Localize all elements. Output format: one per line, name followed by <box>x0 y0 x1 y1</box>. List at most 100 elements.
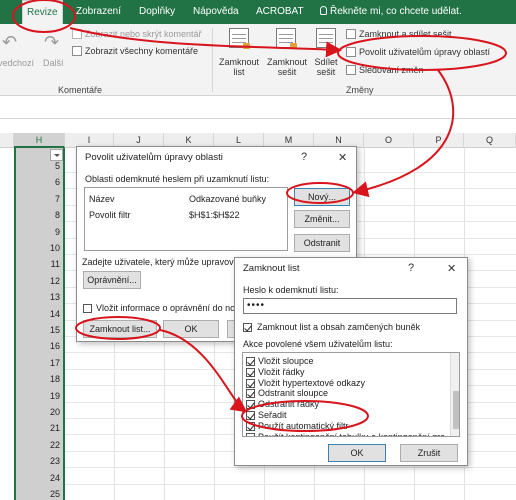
allow-actions-label: Akce povolené všem uživatelům listu: <box>243 339 393 349</box>
column-name-header: Název <box>89 194 115 204</box>
range-cells-cell[interactable]: $H$1:$H$22 <box>189 210 240 220</box>
row-number[interactable]: 16 <box>14 341 63 351</box>
option-label: Seřadit <box>258 410 287 420</box>
row-number[interactable]: 25 <box>14 489 63 499</box>
list-scrollbar[interactable] <box>450 353 459 436</box>
tab-revize[interactable]: Revize <box>22 0 63 24</box>
row-number[interactable]: 14 <box>14 309 63 319</box>
users-label: Zadejte uživatele, který může upravova <box>82 257 239 267</box>
cancel-button[interactable]: Zrušit <box>400 444 458 462</box>
option-label: Odstranit sloupce <box>258 388 329 399</box>
option-checkbox[interactable] <box>246 411 255 420</box>
option-checkbox[interactable] <box>246 389 255 399</box>
row-number[interactable]: 23 <box>14 456 63 466</box>
option-checkbox[interactable] <box>246 400 255 410</box>
protect-and-share-button[interactable]: Zamknout a sdílet sešit <box>346 29 452 39</box>
row-number[interactable]: 22 <box>14 440 63 450</box>
next-comment-icon[interactable]: ↷ <box>44 32 59 53</box>
allow-option-item[interactable]: Použít kontingenční tabulku a kontingenč… <box>246 432 446 436</box>
close-button[interactable]: ✕ <box>338 151 347 164</box>
column-cells-header: Odkazované buňky <box>189 194 267 204</box>
option-checkbox[interactable] <box>246 432 255 436</box>
paste-permissions-checkbox[interactable] <box>83 304 92 313</box>
row-number[interactable]: 11 <box>14 259 63 269</box>
close-button[interactable]: ✕ <box>447 262 456 275</box>
option-label: Použít automatický filtr <box>258 420 349 431</box>
help-button[interactable]: ? <box>408 262 414 274</box>
row-number[interactable]: 20 <box>14 407 63 417</box>
option-label: Vložit hypertextové odkazy <box>258 377 366 388</box>
row-number[interactable]: 12 <box>14 276 63 286</box>
row-number[interactable]: 24 <box>14 473 63 483</box>
track-changes-button[interactable]: Sledování změn <box>346 65 424 75</box>
group-label-comments: Komentáře <box>58 85 103 95</box>
row-number[interactable]: 6 <box>14 177 63 187</box>
next-comment-button[interactable]: Další <box>43 58 64 68</box>
allow-option-item[interactable]: Seřadit <box>246 410 446 421</box>
protect-share-icon <box>346 29 356 39</box>
track-changes-icon <box>346 65 356 75</box>
prev-comment-button[interactable]: vedchozí <box>0 58 34 68</box>
option-checkbox[interactable] <box>246 357 255 366</box>
prev-comment-icon[interactable]: ↶ <box>2 32 17 53</box>
column-header-o[interactable]: O <box>364 133 414 148</box>
dialog-title: Povolit uživatelům úpravy oblasti <box>85 152 223 163</box>
row-number[interactable]: 8 <box>14 210 63 220</box>
tell-me-text: Řekněte mi, co chcete udělat. <box>330 6 462 17</box>
allow-actions-list[interactable]: Vložit sloupce Vložit řádky Vložit hyperte… <box>242 352 460 437</box>
option-checkbox[interactable] <box>246 367 255 377</box>
row-number[interactable]: 19 <box>14 391 63 401</box>
tab-acrobat[interactable]: ACROBAT <box>256 0 304 24</box>
scrollbar-thumb[interactable] <box>453 391 459 429</box>
row-number[interactable]: 21 <box>14 423 63 433</box>
allow-option-item[interactable]: Vložit sloupce <box>246 356 446 367</box>
option-checkbox[interactable] <box>246 378 255 388</box>
permissions-button[interactable]: Oprávnění... <box>83 271 141 289</box>
protect-contents-label: Zamknout list a obsah zamčených buněk <box>257 322 421 332</box>
protect-contents-checkbox[interactable] <box>243 323 252 332</box>
tab-zobrazeni[interactable]: Zobrazení <box>76 0 121 24</box>
row-number[interactable]: 5 <box>14 161 63 171</box>
row-number[interactable]: 10 <box>14 243 63 253</box>
protect-sheet-dialog-button[interactable]: Zamknout list... <box>83 320 157 338</box>
ok-button[interactable]: OK <box>163 320 219 338</box>
allow-option-item[interactable]: Použít automatický filtr <box>246 420 446 432</box>
new-range-button[interactable]: Nový... <box>294 188 350 206</box>
tell-me-box[interactable]: Řekněte mi, co chcete udělat. <box>320 0 462 24</box>
password-input[interactable]: •••• <box>243 298 457 314</box>
row-number[interactable]: 9 <box>14 227 63 237</box>
ribbon-tab-bar: Revize Zobrazení Doplňky Nápověda ACROBA… <box>0 0 516 24</box>
group-label-changes: Změny <box>346 85 374 95</box>
lock-icon <box>290 43 297 49</box>
row-number[interactable]: 15 <box>14 325 63 335</box>
row-number[interactable]: 18 <box>14 374 63 384</box>
show-all-comments-button[interactable]: Zobrazit všechny komentáře <box>72 46 198 56</box>
modify-range-button[interactable]: Změnit... <box>294 210 350 228</box>
lock-icon <box>243 43 250 49</box>
ranges-list[interactable]: Název Odkazované buňky Povolit filtr $H$… <box>84 187 288 251</box>
comments-icon <box>72 46 82 56</box>
tab-napoveda[interactable]: Nápověda <box>193 0 239 24</box>
row-number[interactable]: 17 <box>14 358 63 368</box>
option-checkbox[interactable] <box>246 421 255 431</box>
autofilter-dropdown-icon[interactable] <box>50 149 63 161</box>
allow-option-item[interactable]: Odstranit řádky <box>246 399 446 410</box>
allow-edit-ranges-button[interactable]: Povolit uživatelům úpravy oblastí <box>346 47 490 57</box>
row-number[interactable]: 13 <box>14 292 63 302</box>
group-separator <box>212 28 213 92</box>
row-number[interactable]: 7 <box>14 194 63 204</box>
column-header-q[interactable]: Q <box>464 133 516 148</box>
delete-range-button[interactable]: Odstranit <box>294 234 350 252</box>
show-hide-comment-button[interactable]: Zobrazit nebo skrýt komentář <box>72 29 202 39</box>
tab-doplnky[interactable]: Doplňky <box>139 0 175 24</box>
help-button[interactable]: ? <box>301 151 307 163</box>
range-name-cell[interactable]: Povolit filtr <box>89 210 131 220</box>
row-gridline <box>65 483 516 485</box>
ok-button[interactable]: OK <box>328 444 386 462</box>
allow-option-item[interactable]: Vložit hypertextové odkazy <box>246 377 446 389</box>
allow-option-item[interactable]: Odstranit sloupce <box>246 388 446 399</box>
select-all-corner[interactable] <box>0 133 14 148</box>
column-header-h[interactable]: H <box>14 133 65 148</box>
allow-option-item[interactable]: Vložit řádky <box>246 367 446 378</box>
column-header-p[interactable]: P <box>414 133 464 148</box>
